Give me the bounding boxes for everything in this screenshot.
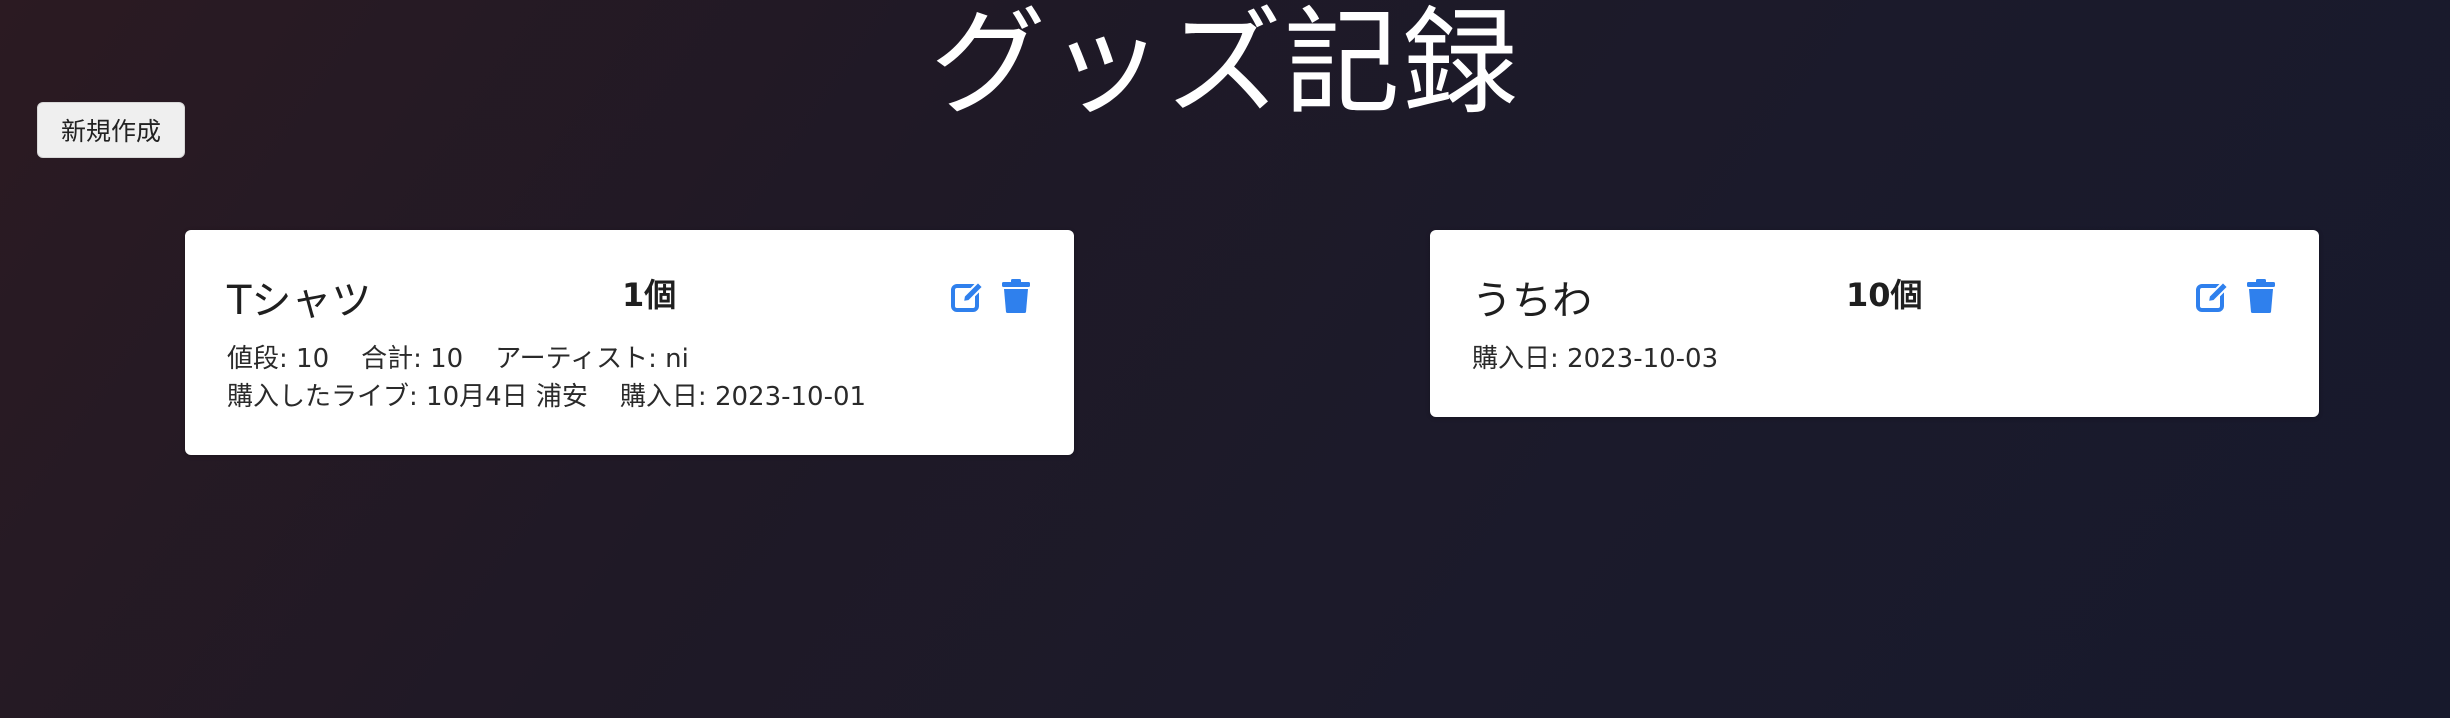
- goods-card: うちわ 10個 購入日: 2023-10-03: [1430, 230, 2319, 417]
- item-details-row: 値段: 10 合計: 10 アーティスト: ni: [227, 338, 689, 375]
- item-purchase-row: 購入日: 2023-10-03: [1472, 338, 1718, 375]
- card-actions: [2195, 278, 2279, 314]
- item-quantity: 10個: [1846, 276, 1923, 314]
- trash-icon[interactable]: [998, 278, 1034, 314]
- item-artist: アーティスト: ni: [495, 344, 689, 374]
- goods-card: Tシャツ 1個 値段: 10 合計: 10 アーティスト: ni 購入したライブ…: [185, 230, 1074, 455]
- item-date: 購入日: 2023-10-01: [619, 382, 867, 412]
- item-price: 値段: 10: [227, 344, 330, 374]
- item-name: うちわ: [1472, 278, 1592, 324]
- page-title: グッズ記録: [930, 0, 1520, 131]
- item-name: Tシャツ: [227, 278, 372, 324]
- edit-icon[interactable]: [950, 278, 986, 314]
- item-date: 購入日: 2023-10-03: [1472, 344, 1719, 374]
- item-total: 合計: 10: [361, 344, 464, 374]
- trash-icon[interactable]: [2243, 278, 2279, 314]
- item-purchase-row: 購入したライブ: 10月4日 浦安 購入日: 2023-10-01: [227, 376, 866, 413]
- item-quantity: 1個: [622, 276, 677, 314]
- new-item-button[interactable]: 新規作成: [37, 102, 185, 158]
- edit-icon[interactable]: [2195, 278, 2231, 314]
- card-actions: [950, 278, 1034, 314]
- item-live: 購入したライブ: 10月4日 浦安: [227, 382, 588, 412]
